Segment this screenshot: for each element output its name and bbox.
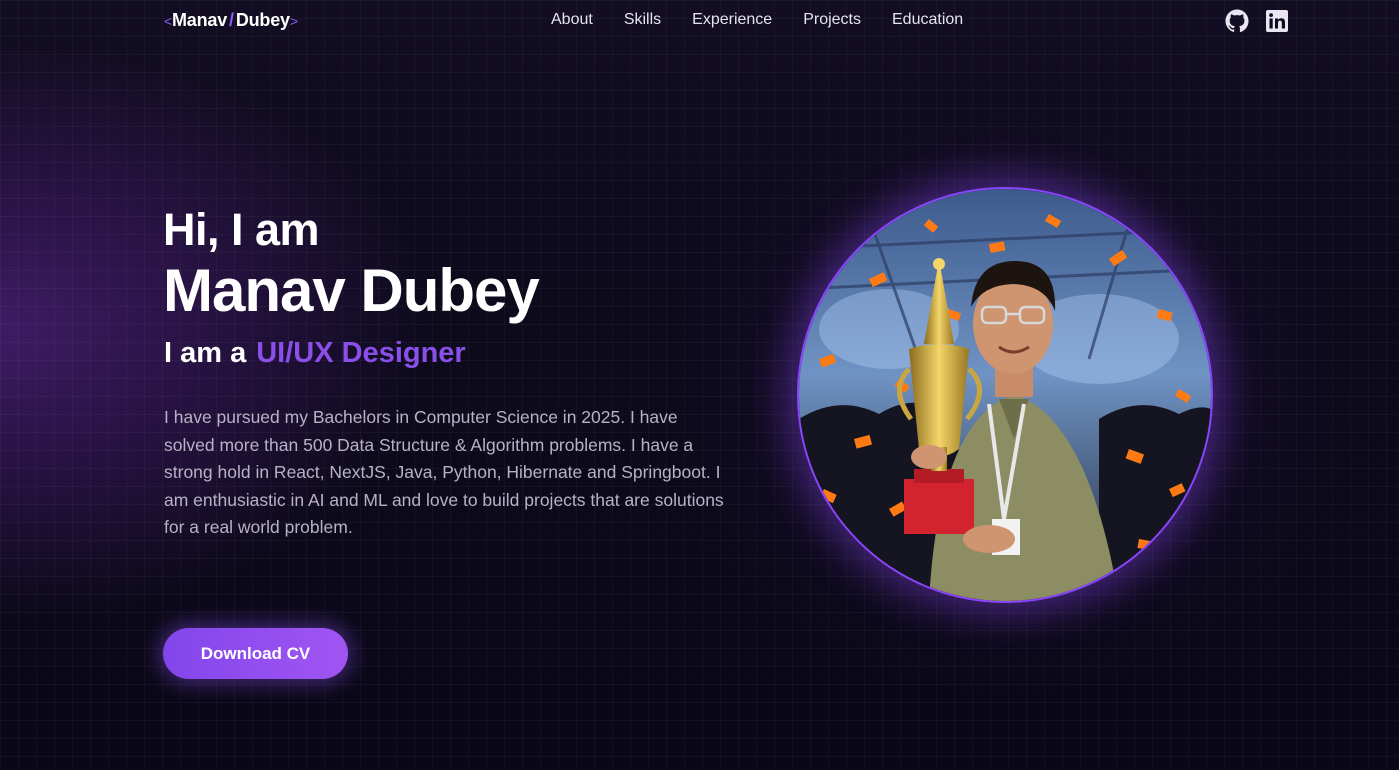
social-links	[1225, 9, 1289, 33]
role-title: UI/UX Designer	[256, 337, 466, 369]
profile-photo-illustration	[799, 189, 1211, 601]
logo-last-name: Dubey	[235, 10, 290, 30]
profile-photo	[797, 187, 1213, 603]
page: < Manav / Dubey > About Skills Experienc…	[0, 0, 1399, 770]
linkedin-icon[interactable]	[1265, 9, 1289, 33]
name-heading: Manav Dubey	[163, 257, 540, 324]
logo[interactable]: < Manav / Dubey >	[164, 10, 298, 31]
bio-paragraph: I have pursued my Bachelors in Computer …	[164, 407, 724, 537]
logo-close-bracket: >	[289, 12, 298, 29]
greeting-heading: Hi, I am	[163, 204, 320, 255]
nav-link-education[interactable]: Education	[892, 11, 963, 29]
nav-link-about[interactable]: About	[551, 11, 593, 29]
logo-open-bracket: <	[164, 12, 172, 29]
nav-link-skills[interactable]: Skills	[624, 11, 661, 29]
nav-link-experience[interactable]: Experience	[692, 11, 772, 29]
nav-menu: About Skills Experience Projects Educati…	[551, 11, 963, 29]
role-line: I am a UI/UX Designer	[164, 337, 466, 370]
github-icon[interactable]	[1225, 9, 1249, 33]
role-prefix: I am a	[164, 337, 247, 369]
navbar: < Manav / Dubey > About Skills Experienc…	[0, 0, 1399, 42]
logo-first-name: Manav	[171, 10, 228, 30]
download-cv-button[interactable]: Download CV	[163, 628, 348, 679]
nav-link-projects[interactable]: Projects	[803, 11, 861, 29]
logo-slash: /	[229, 10, 234, 30]
